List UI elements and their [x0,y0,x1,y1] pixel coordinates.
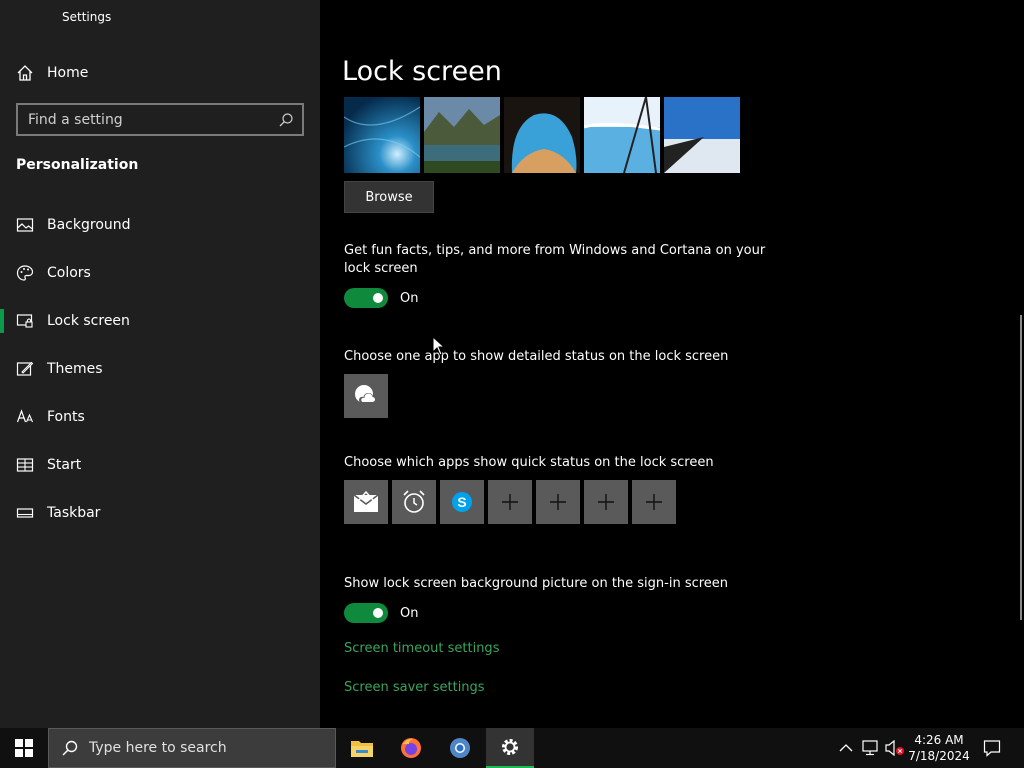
volume-muted-icon [885,740,904,756]
sidebar-item-start[interactable]: Start [0,445,320,485]
chromium-icon [450,738,470,758]
toggle-knob [373,293,383,303]
clock-date: 7/18/2024 [908,749,970,763]
fun-facts-toggle[interactable] [344,288,388,308]
quick-status-label: Choose which apps show quick status on t… [344,455,714,470]
sidebar-item-background[interactable]: Background [0,205,320,245]
detailed-status-label: Choose one app to show detailed status o… [344,349,729,364]
sidebar-item-taskbar[interactable]: Taskbar [0,493,320,533]
quick-status-alarm-tile[interactable] [392,480,436,524]
sidebar: Settings Home Personalization Background… [0,0,320,728]
home-nav-item[interactable]: Home [16,62,88,84]
font-icon [16,409,34,423]
fun-facts-toggle-state: On [400,290,419,306]
signin-background-toggle-row: On [344,603,418,623]
network-icon [862,740,878,756]
weather-icon [355,385,377,403]
sidebar-item-label: Start [47,457,82,473]
action-center-button[interactable] [978,728,1006,768]
alarm-clock-icon [403,490,425,513]
fun-facts-label: Get fun facts, tips, and more from Windo… [344,243,766,276]
firefox-icon [401,738,421,758]
search-icon[interactable] [278,112,294,128]
recent-images [344,97,740,173]
wallpaper-thumbnail[interactable] [664,97,740,173]
fun-facts-toggle-row: On [344,288,418,308]
scrollbar[interactable] [1020,315,1022,620]
start-button[interactable] [0,728,48,768]
taskbar-icon [16,508,34,518]
plus-icon [502,494,518,510]
quick-status-add-slot[interactable] [584,480,628,524]
taskbar: Type here to search 4:26 AM 7/18/2024 [0,728,1024,768]
wallpaper-thumbnail[interactable] [424,97,500,173]
main-content: Lock screen Browse Get fun facts, tips, … [320,0,1024,728]
sidebar-item-label: Themes [47,361,103,377]
taskbar-clock[interactable]: 4:26 AM 7/18/2024 [906,732,972,764]
find-setting-search[interactable] [16,103,304,136]
palette-icon [16,265,34,281]
svg-text:S: S [457,494,466,510]
start-grid-icon [16,458,34,472]
skype-icon: S [452,492,472,512]
signin-background-toggle-state: On [400,605,419,621]
plus-icon [550,494,566,510]
wallpaper-thumbnail[interactable] [504,97,580,173]
mouse-cursor-icon [432,336,446,356]
brush-icon [16,361,34,376]
signin-background-label: Show lock screen background picture on t… [344,576,729,591]
mail-icon [353,491,379,512]
plus-icon [646,494,662,510]
tray-overflow-chevron[interactable] [836,728,856,768]
taskbar-settings[interactable] [486,728,534,768]
sidebar-item-colors[interactable]: Colors [0,253,320,293]
tray-network[interactable] [860,728,882,768]
chevron-up-icon [839,744,853,752]
quick-status-skype-tile[interactable]: S [440,480,484,524]
quick-status-add-slot[interactable] [536,480,580,524]
sidebar-item-label: Taskbar [47,505,101,521]
quick-status-add-slot[interactable] [632,480,676,524]
folder-icon [351,741,373,757]
lock-screen-icon [16,314,33,328]
taskbar-file-explorer[interactable] [338,728,386,768]
sidebar-item-themes[interactable]: Themes [0,349,320,389]
quick-status-mail-tile[interactable] [344,480,388,524]
taskbar-search-placeholder: Type here to search [89,740,227,756]
search-icon [62,740,78,756]
image-icon [16,218,34,232]
taskbar-chromium[interactable] [436,728,484,768]
window-title: Settings [62,10,112,24]
wallpaper-thumbnail[interactable] [344,97,420,173]
tray-volume[interactable] [884,728,906,768]
home-label: Home [47,65,89,81]
sidebar-item-label: Colors [47,265,91,281]
home-icon [17,65,33,81]
screen-timeout-link[interactable]: Screen timeout settings [344,641,499,656]
plus-icon [598,494,614,510]
section-title: Personalization [16,157,139,173]
sidebar-item-label: Background [47,217,131,233]
selected-indicator [0,309,4,333]
sidebar-item-fonts[interactable]: Fonts [0,397,320,437]
sidebar-item-label: Lock screen [47,313,130,329]
gear-icon [502,739,518,755]
detailed-status-app-tile[interactable] [344,374,388,418]
screen-saver-link[interactable]: Screen saver settings [344,680,485,695]
taskbar-firefox[interactable] [387,728,435,768]
sidebar-item-label: Fonts [47,409,85,425]
signin-background-toggle[interactable] [344,603,388,623]
toggle-knob [373,608,383,618]
windows-logo-icon [15,739,33,757]
notification-icon [983,740,1001,757]
browse-button[interactable]: Browse [344,181,434,213]
clock-time: 4:26 AM [914,733,964,747]
wallpaper-thumbnail[interactable] [584,97,660,173]
find-setting-input[interactable] [18,111,278,128]
sidebar-item-lock-screen[interactable]: Lock screen [0,301,320,341]
page-title: Lock screen [342,56,502,87]
quick-status-add-slot[interactable] [488,480,532,524]
taskbar-search-box[interactable]: Type here to search [48,728,336,768]
